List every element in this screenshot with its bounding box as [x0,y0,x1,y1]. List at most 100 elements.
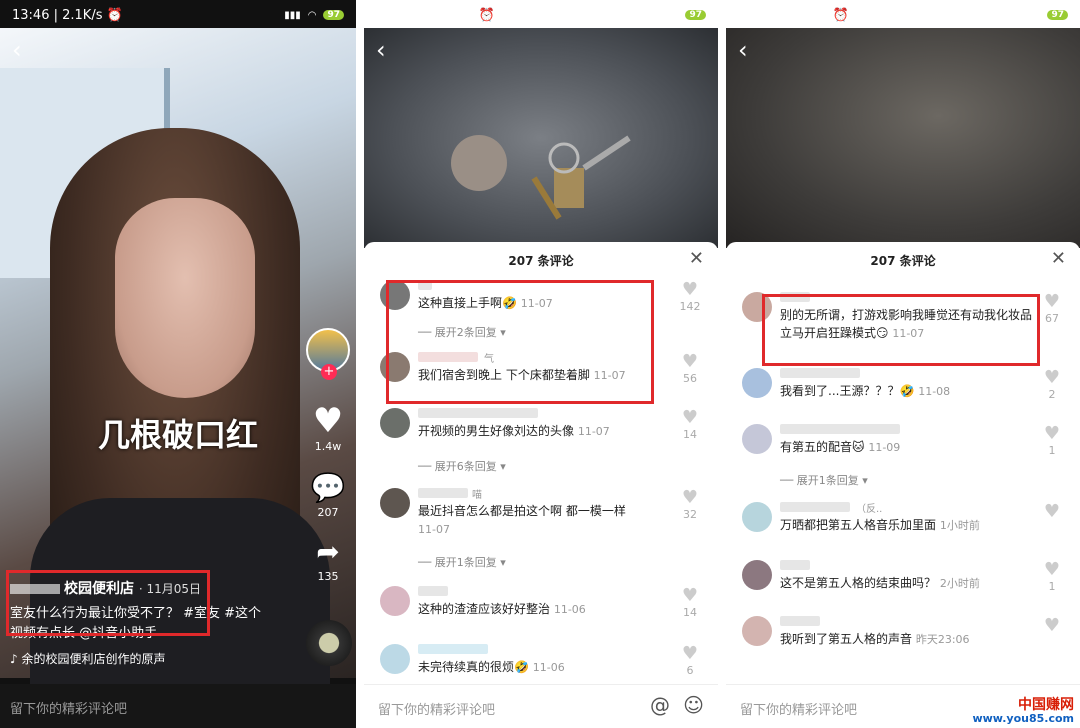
like-button[interactable]: ♥ 67 [1040,292,1064,326]
blurred-nickname [780,502,850,512]
heart-icon[interactable]: ♥ [678,586,702,606]
music-disc-icon[interactable] [306,620,352,666]
back-icon[interactable]: ‹ [738,36,748,64]
comment-sheet: 207 条评论 ✕ 别的无所谓，打游戏影响我睡觉还有动我化妆品立马开启狂躁模式😏… [726,242,1080,728]
music-title[interactable]: 余的校园便利店创作的原声 [21,652,165,666]
status-bar: 13:46 | 2.1K/s ⏰ ▮▮▮ ◠ 97 [0,0,356,30]
signal-icon: ▮▮▮ [646,9,663,21]
back-icon[interactable]: ‹ [12,36,22,64]
heart-icon[interactable]: ♥ [678,280,702,300]
comments-screen-2: 13:46 | 7.1K/s ⏰ ▮▮▮ ◠ 97 ‹ 207 条评论 ✕ 别的无所… [726,0,1080,728]
author-avatar-button[interactable]: + [306,328,350,380]
highlight-box [386,280,654,404]
avatar[interactable] [742,424,772,454]
heart-icon[interactable]: ♥ [1040,368,1064,388]
comment-text: 开视频的男生好像刘达的头像 11-07 [418,424,610,438]
follow-plus-icon[interactable]: + [321,364,337,380]
wifi-icon: ◠ [669,9,679,21]
blurred-nickname [418,408,538,418]
comment-text: 我听到了第五人格的声音 昨天23:06 [780,632,970,646]
like-button[interactable]: ♥ 6 [678,644,702,678]
music-line[interactable]: ♪ 余的校园便利店创作的原声 [10,650,166,667]
like-button[interactable]: ♥ 1 [1040,424,1064,458]
avatar[interactable] [742,560,772,590]
nickname-fragment: 喵 [472,490,482,501]
mention-icon[interactable]: @ [650,693,670,717]
status-time: 13:46 [12,7,50,23]
like-button[interactable]: ♥ 14 [678,408,702,442]
like-button[interactable]: ♥ 14 [678,586,702,620]
like-button[interactable]: ♥ [1040,502,1064,522]
avatar[interactable] [380,408,410,438]
expand-replies[interactable]: ── 展开6条回复 ▾ [418,458,506,474]
music-disc-button[interactable] [306,620,352,666]
like-count: 1.4w [314,440,342,453]
emoji-icon[interactable]: ☺ [683,693,704,717]
signal-icon: ▮▮▮ [1008,9,1025,21]
comment-input[interactable]: 留下你的精彩评论吧 [0,684,356,728]
avatar[interactable] [380,488,410,518]
heart-icon[interactable]: ♥ [1040,560,1064,580]
nickname-fragment: （反.. [856,504,883,515]
watermark: 中国赚网 www.you85.com [972,698,1074,726]
like-button[interactable]: ♥ 2 [1040,368,1064,402]
comment-input-placeholder[interactable]: 留下你的精彩评论吧 [378,703,495,718]
highlight-box [6,570,210,636]
comment-count: 207 [317,506,339,519]
heart-icon[interactable]: ♥ [1040,424,1064,444]
like-button[interactable]: ♥ [1040,616,1064,636]
heart-icon[interactable]: ♥ [1040,292,1064,312]
like-button[interactable]: ♥ 142 [678,280,702,314]
comment-text: 我看到了...王源？？？🤣 11-08 [780,384,951,398]
avatar[interactable] [742,502,772,532]
heart-icon[interactable]: ♥ [678,488,702,508]
blurred-nickname [418,644,488,654]
watermark-url: www.you85.com [972,712,1074,725]
blurred-nickname [418,586,448,596]
share-button[interactable]: ➦ 135 [306,534,350,583]
like-button[interactable]: ♥ 1 [1040,560,1064,594]
watermark-cn: 中国赚网 [1018,697,1074,713]
comment-input-placeholder[interactable]: 留下你的精彩评论吧 [740,703,857,718]
blurred-nickname [780,368,860,378]
like-button[interactable]: ♥ 32 [678,488,702,522]
comment-text: 这种的渣渣应该好好整治 11-06 [418,602,586,616]
comment-input[interactable]: 留下你的精彩评论吧 @ ☺ [364,684,718,728]
avatar[interactable] [380,586,410,616]
comment-bubble-icon[interactable]: 💬 [306,470,350,506]
comment-text: 这不是第五人格的结束曲吗？ 2小时前 [780,576,980,590]
battery-icon: 97 [685,10,706,20]
heart-icon[interactable]: ♥ [678,408,702,428]
network-speed: 7.1K/s [788,7,829,23]
comment-count-title: 207 条评论 [508,254,574,268]
comment-button[interactable]: 💬 207 [306,470,350,519]
heart-icon[interactable]: ♥ [1040,502,1064,522]
comment-sheet: 207 条评论 ✕ 这种直接上手啊🤣 11-07 ♥ 142 ── 展开2条回复 … [364,242,718,728]
expand-replies[interactable]: ── 展开1条回复 ▾ [780,472,868,488]
like-button[interactable]: ♥ 56 [678,352,702,386]
comment-count-title: 207 条评论 [870,254,936,268]
battery-icon: 97 [1047,10,1068,20]
heart-icon[interactable]: ♥ [678,352,702,372]
comment-text: 最近抖音怎么都是拍这个啊 都一模一样 11-07 [418,504,626,536]
avatar[interactable] [380,644,410,674]
avatar[interactable] [742,368,772,398]
share-arrow-icon[interactable]: ➦ [306,534,350,570]
close-icon[interactable]: ✕ [689,248,704,269]
heart-icon[interactable]: ♥ [678,644,702,664]
back-icon[interactable]: ‹ [376,36,386,64]
comment-text: 万晒都把第五人格音乐加里面 1小时前 [780,518,980,532]
close-icon[interactable]: ✕ [1051,248,1066,269]
heart-icon[interactable]: ♥ [306,402,350,440]
expand-replies[interactable]: ── 展开1条回复 ▾ [418,554,506,570]
blurred-nickname [780,560,810,570]
video-overlay-text: 几根破口红 [97,416,258,454]
avatar[interactable] [742,616,772,646]
status-bar: 13:46 | 7.1K/s ⏰ ▮▮▮ ◠ 97 [726,0,1080,30]
battery-icon: 97 [323,10,344,20]
like-button[interactable]: ♥ 1.4w [306,402,350,453]
network-speed: 16.7K/s [426,7,475,23]
comments-screen-1: 13:46 | 16.7K/s ⏰ ▮▮▮ ◠ 97 ‹ 207 条评论 ✕ 这种直… [364,0,718,728]
video-background [364,28,718,248]
heart-icon[interactable]: ♥ [1040,616,1064,636]
